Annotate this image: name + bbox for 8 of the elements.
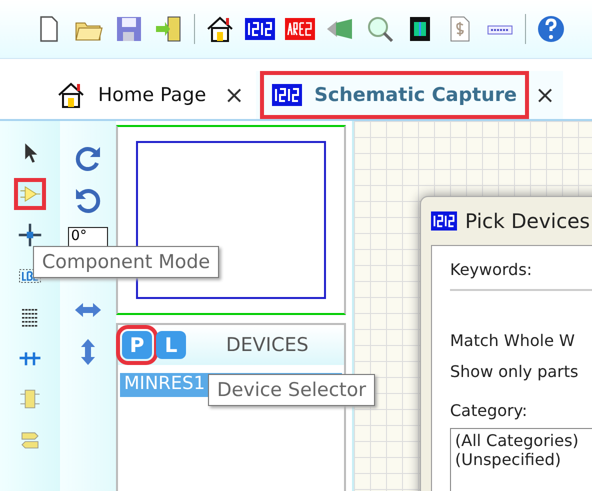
category-label: Category: [450,401,528,420]
tooltip: Component Mode [33,246,220,278]
match-whole-words-label: Match Whole W [450,331,576,350]
dialog-title: Pick Devices [465,209,590,233]
tooltip: Device Selector [208,374,376,406]
keywords-label: Keywords: [450,260,534,279]
devices-title: DEVICES [226,334,309,356]
show-only-parts-label: Show only parts [450,362,580,381]
